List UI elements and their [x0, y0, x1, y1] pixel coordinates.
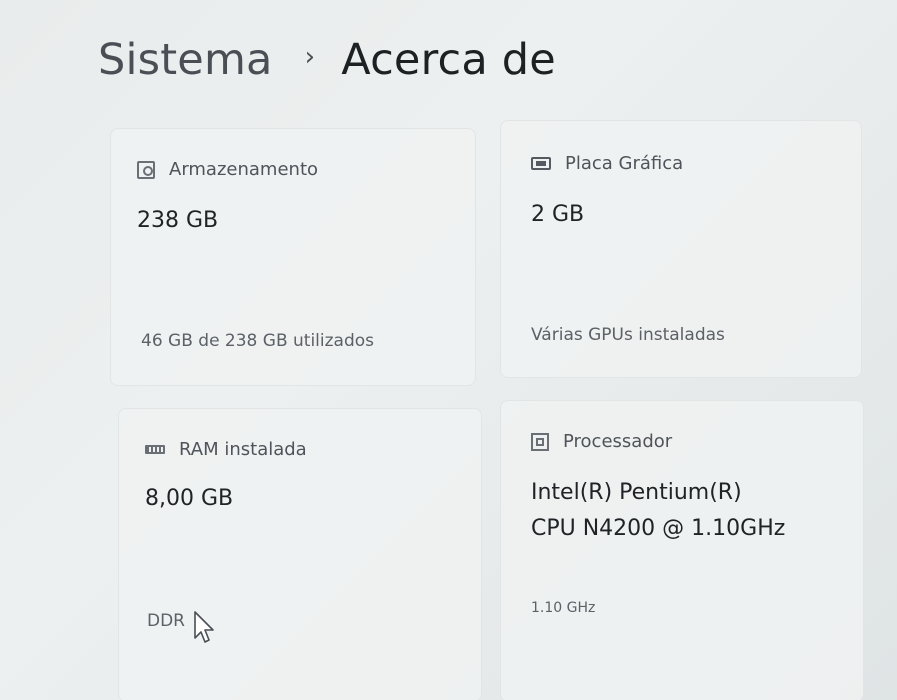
page-title: Acerca de [341, 35, 556, 85]
processor-icon [531, 432, 549, 451]
chevron-right-icon: › [304, 42, 316, 72]
storage-card-header: Armazenamento [137, 159, 318, 180]
storage-card[interactable]: Armazenamento 238 GB 46 GB de 238 GB uti… [110, 128, 476, 386]
graphics-card-value: 2 GB [531, 202, 585, 227]
storage-value: 238 GB [137, 208, 219, 233]
storage-detail: 46 GB de 238 GB utilizados [141, 331, 375, 351]
processor-card[interactable]: Processador Intel(R) Pentium(R) CPU N420… [500, 400, 864, 700]
ram-value: 8,00 GB [145, 486, 234, 511]
ram-card-header: RAM instalada [145, 439, 307, 460]
storage-icon [137, 160, 155, 179]
processor-value-line2: CPU N4200 @ 1.10GHz [531, 516, 786, 541]
processor-detail: 1.10 GHz [531, 600, 596, 616]
graphics-card-detail: Várias GPUs instaladas [531, 325, 725, 345]
ram-title: RAM instalada [179, 439, 307, 460]
processor-card-header: Processador [531, 431, 672, 452]
breadcrumb-sistema[interactable]: Sistema [98, 35, 273, 85]
ram-card[interactable]: RAM instalada 8,00 GB DDR [118, 408, 482, 700]
processor-title: Processador [563, 431, 673, 452]
processor-value: Intel(R) Pentium(R) CPU N4200 @ 1.10GHz [531, 475, 785, 547]
graphics-card[interactable]: Placa Gráfica 2 GB Várias GPUs instalada… [500, 120, 862, 378]
ram-detail: DDR [147, 611, 185, 631]
storage-title: Armazenamento [169, 159, 319, 180]
processor-value-line1: Intel(R) Pentium(R) [531, 480, 742, 505]
graphics-card-icon [531, 157, 551, 170]
mouse-pointer-icon [194, 611, 214, 643]
memory-icon [145, 445, 165, 454]
graphics-card-header: Placa Gráfica [531, 153, 683, 174]
breadcrumb: Sistema › Acerca de [98, 28, 556, 92]
graphics-card-title: Placa Gráfica [565, 153, 684, 174]
